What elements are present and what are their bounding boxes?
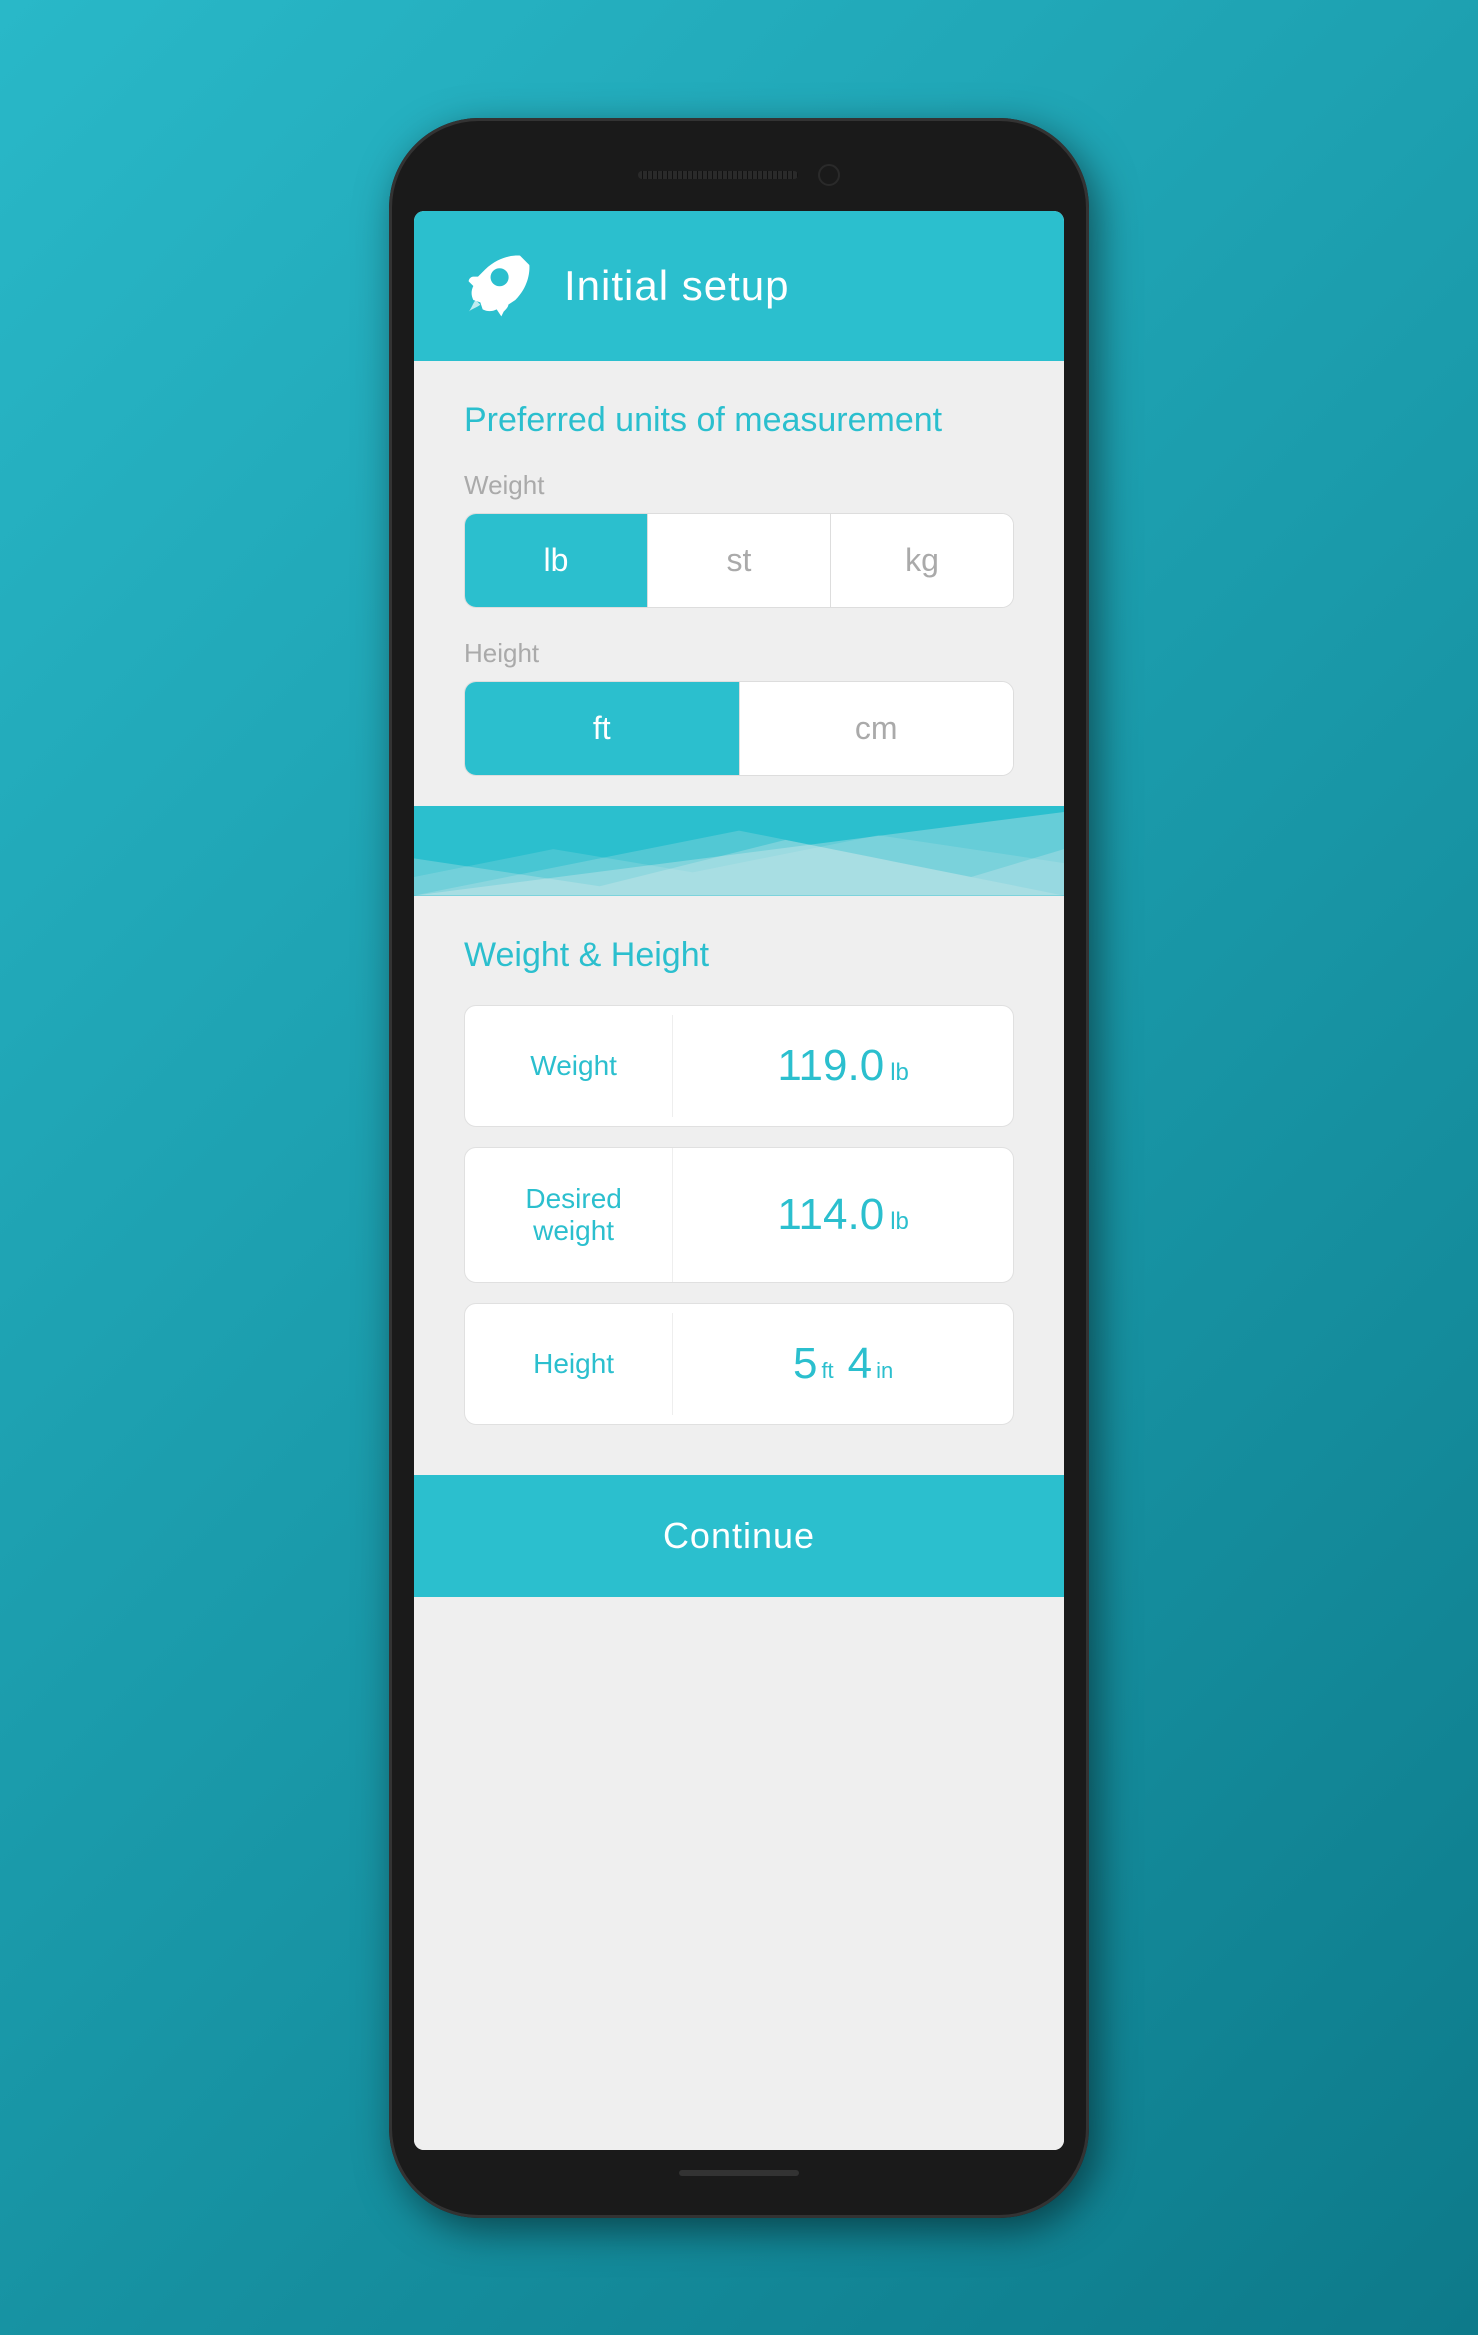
header-title: Initial setup [564,262,789,310]
weight-value-number: 119.0 [777,1041,884,1091]
desired-weight-row-value: 114.0 lb [673,1155,1013,1275]
rocket-icon [464,251,534,321]
weight-unit-group: lb st kg [464,513,1014,608]
section2-title: Weight & Height [464,936,1014,975]
phone-top-bar [414,148,1064,203]
phone-device: Initial setup Preferred units of measure… [389,118,1089,2218]
weight-row[interactable]: Weight 119.0 lb [464,1005,1014,1127]
phone-bottom-bar [414,2158,1064,2188]
wave-separator [414,806,1064,896]
weight-lb-btn[interactable]: lb [465,514,648,607]
height-cm-btn[interactable]: cm [740,682,1014,775]
desired-weight-row-label: Desired weight [465,1148,673,1282]
weight-kg-btn[interactable]: kg [831,514,1013,607]
weight-row-label: Weight [465,1015,673,1117]
weight-unit-label: Weight [464,470,1014,501]
height-display: 5 ft 4 in [793,1339,893,1389]
section-wh: Weight & Height Weight 119.0 lb Desired … [414,896,1064,1475]
continue-button[interactable]: Continue [414,1475,1064,1597]
height-unit-group: ft cm [464,681,1014,776]
desired-weight-row[interactable]: Desired weight 114.0 lb [464,1147,1014,1283]
section-units: Preferred units of measurement Weight lb… [414,361,1064,806]
height-feet: 5 [793,1339,817,1389]
app-header: Initial setup [414,211,1064,361]
home-indicator [679,2170,799,2176]
phone-screen: Initial setup Preferred units of measure… [414,211,1064,2150]
height-row[interactable]: Height 5 ft 4 in [464,1303,1014,1425]
height-ft-unit: ft [821,1358,833,1384]
section1-title: Preferred units of measurement [464,401,1014,440]
weight-st-btn[interactable]: st [648,514,831,607]
speaker-grille [638,171,798,179]
height-unit-label: Height [464,638,1014,669]
height-inches: 4 [848,1339,872,1389]
height-row-value: 5 ft 4 in [673,1304,1013,1424]
front-camera [818,164,840,186]
desired-weight-value-unit: lb [890,1208,909,1236]
height-in-unit: in [876,1358,893,1384]
content-area: Preferred units of measurement Weight lb… [414,361,1064,2150]
desired-weight-value-number: 114.0 [777,1190,884,1240]
weight-row-value: 119.0 lb [673,1006,1013,1126]
height-row-label: Height [465,1313,673,1415]
weight-value-unit: lb [890,1059,909,1087]
height-ft-btn[interactable]: ft [465,682,740,775]
